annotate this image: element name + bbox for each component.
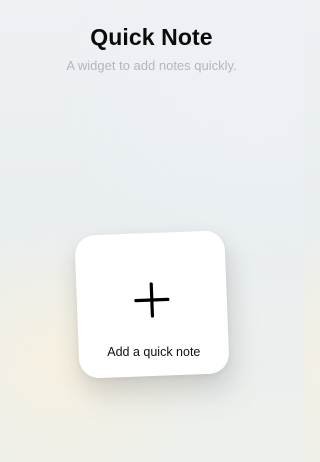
plus-icon[interactable] — [132, 280, 171, 319]
page-subtitle: A widget to add notes quickly. — [66, 58, 237, 73]
widget-label: Add a quick note — [107, 344, 201, 359]
quick-note-widget[interactable]: Add a quick note — [74, 230, 230, 379]
page-title: Quick Note — [90, 24, 213, 50]
